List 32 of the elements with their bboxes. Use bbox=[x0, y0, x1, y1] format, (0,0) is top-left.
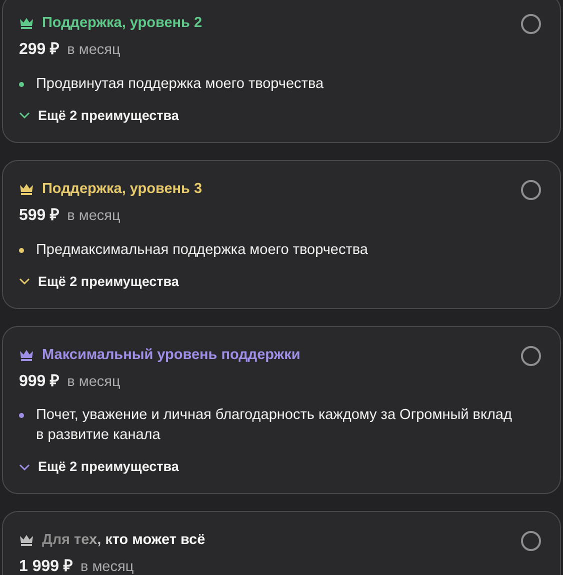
benefit-text: Продвинутая поддержка моего творчества bbox=[36, 74, 324, 94]
period-label: в месяц bbox=[67, 206, 120, 226]
radio-button[interactable] bbox=[521, 14, 541, 34]
tier-card[interactable]: Поддержка, уровень 2 299 ₽ в месяц Продвинутая поддержка моего творчества Ещё 2 преимущества bbox=[2, 0, 561, 143]
price: 1 999 ₽ bbox=[19, 557, 72, 575]
radio-button[interactable] bbox=[521, 346, 541, 366]
chevron-down-icon bbox=[19, 278, 30, 285]
radio-button[interactable] bbox=[521, 531, 541, 552]
period-label: в месяц bbox=[67, 372, 120, 392]
tier-title: Для тех, кто может всё bbox=[42, 531, 206, 550]
period-label: в месяц bbox=[80, 558, 134, 575]
tier-card[interactable]: Поддержка, уровень 3 599 ₽ в месяц Предмаксимальная поддержка моего творчества Ещё 2 преимущества bbox=[2, 160, 561, 308]
benefit-text: Предмаксимальная поддержка моего творчества bbox=[36, 240, 368, 260]
tier-card[interactable]: Максимальный уровень поддержки 999 ₽ в месяц Почет, уважение и личная благодарность каждому за Огромный вклад в развитие канала Ещё 2 преимущества bbox=[2, 326, 561, 494]
more-benefits-link[interactable]: Ещё 2 преимущества bbox=[38, 272, 179, 292]
benefit-text: Почет, уважение и личная благодарность каждому за Огромный вклад в развитие канала bbox=[36, 406, 513, 446]
price: 599 ₽ bbox=[19, 206, 60, 226]
price: 299 ₽ bbox=[19, 40, 60, 60]
tier-title: Максимальный уровень поддержки bbox=[42, 346, 300, 364]
tier-title: Поддержка, уровень 3 bbox=[42, 180, 202, 198]
price: 999 ₽ bbox=[19, 372, 60, 392]
more-benefits-link[interactable]: Ещё 2 преимущества bbox=[38, 106, 179, 126]
tier-title: Поддержка, уровень 2 bbox=[42, 14, 202, 32]
radio-button[interactable] bbox=[521, 180, 541, 200]
more-benefits-link[interactable]: Ещё 2 преимущества bbox=[38, 457, 179, 478]
period-label: в месяц bbox=[67, 41, 120, 60]
tier-card[interactable]: Для тех, кто может всё 1 999 ₽ в месяц bbox=[2, 511, 561, 575]
bullet-icon bbox=[19, 413, 24, 418]
chevron-down-icon bbox=[19, 464, 30, 471]
bullet-icon bbox=[19, 82, 24, 87]
chevron-down-icon bbox=[19, 112, 30, 120]
bullet-icon bbox=[19, 248, 24, 252]
